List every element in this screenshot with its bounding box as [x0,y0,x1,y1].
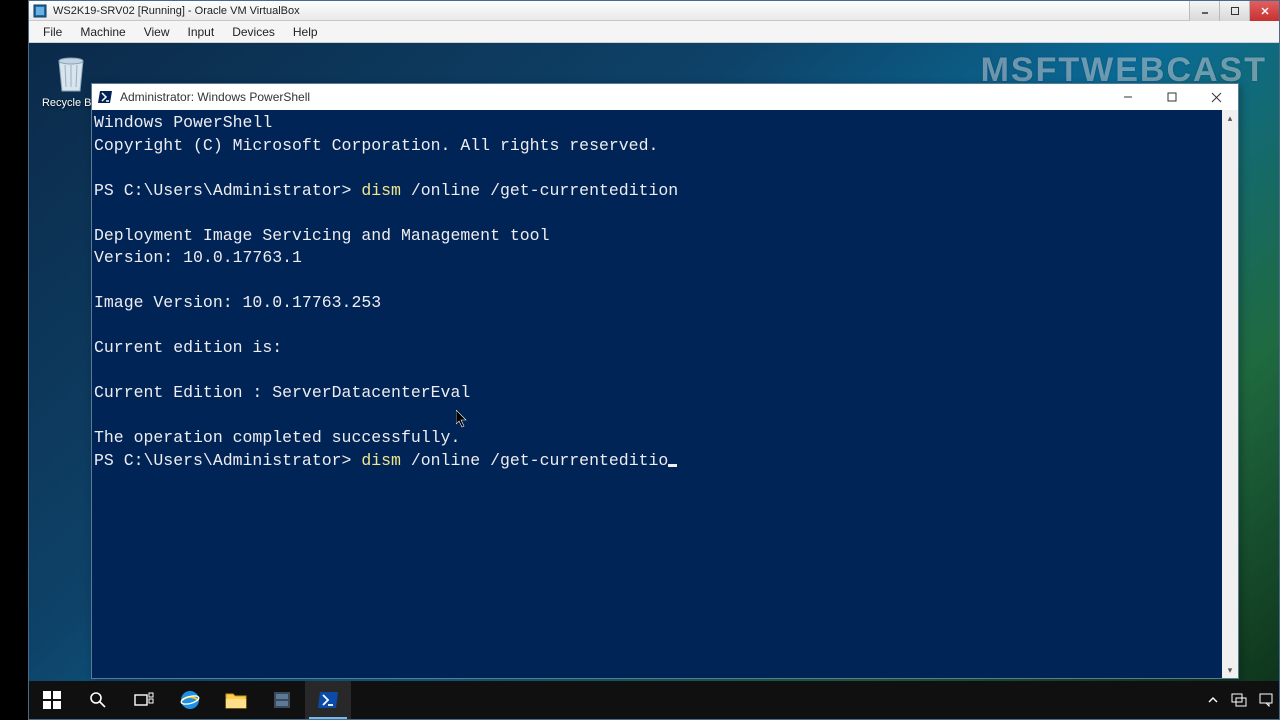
ps-window-controls [1106,84,1238,110]
banner-line: Windows PowerShell [94,113,272,132]
taskbar-spacer [351,681,1201,719]
text-cursor [668,464,677,467]
scroll-down-button[interactable]: ▾ [1222,662,1238,678]
command-name: dism [361,451,401,470]
ps-body: Windows PowerShell Copyright (C) Microso… [92,110,1238,678]
output-line: Image Version: 10.0.17763.253 [94,293,381,312]
ps-scrollbar[interactable]: ▴ ▾ [1222,110,1238,678]
vbox-app-icon [33,4,47,18]
task-view-button[interactable] [121,681,167,719]
menu-input[interactable]: Input [180,23,223,41]
start-button[interactable] [29,681,75,719]
command-args: /online /get-currenteditio [401,451,668,470]
command-args: /online /get-currentedition [401,181,678,200]
ps-maximize-button[interactable] [1150,84,1194,110]
ps-title: Administrator: Windows PowerShell [120,90,310,104]
taskbar-ie-icon[interactable] [167,681,213,719]
tray-notifications-icon[interactable] [1259,693,1273,707]
ps-minimize-button[interactable] [1106,84,1150,110]
vbox-title: WS2K19-SRV02 [Running] - Oracle VM Virtu… [53,5,300,17]
ps-titlebar[interactable]: Administrator: Windows PowerShell [92,84,1238,110]
taskbar-server-manager-icon[interactable] [259,681,305,719]
scroll-track[interactable] [1222,126,1238,662]
virtualbox-window: WS2K19-SRV02 [Running] - Oracle VM Virtu… [28,0,1280,720]
menu-file[interactable]: File [35,23,70,41]
tray-network-icon[interactable] [1231,693,1247,707]
scroll-up-button[interactable]: ▴ [1222,110,1238,126]
output-line: Current Edition : ServerDatacenterEval [94,383,470,402]
output-line: Version: 10.0.17763.1 [94,248,302,267]
taskbar [29,681,1279,719]
menu-view[interactable]: View [136,23,178,41]
output-line: Deployment Image Servicing and Managemen… [94,226,549,245]
banner-line: Copyright (C) Microsoft Corporation. All… [94,136,658,155]
prompt: PS C:\Users\Administrator> [94,181,361,200]
taskbar-powershell-icon[interactable] [305,681,351,719]
terminal-output[interactable]: Windows PowerShell Copyright (C) Microso… [92,110,1222,678]
guest-viewport: MSFTWEBCAST Recycle Bin Administrat [29,43,1279,719]
vbox-close-button[interactable] [1249,1,1279,21]
tray-chevron-icon[interactable] [1207,694,1219,706]
powershell-icon [98,89,114,105]
system-tray[interactable] [1201,681,1279,719]
ps-close-button[interactable] [1194,84,1238,110]
vbox-titlebar[interactable]: WS2K19-SRV02 [Running] - Oracle VM Virtu… [29,1,1279,21]
vbox-minimize-button[interactable] [1189,1,1219,21]
menu-machine[interactable]: Machine [72,23,133,41]
powershell-window: Administrator: Windows PowerShell Window… [91,83,1239,679]
menu-help[interactable]: Help [285,23,326,41]
prompt: PS C:\Users\Administrator> [94,451,361,470]
guest-desktop[interactable]: MSFTWEBCAST Recycle Bin Administrat [29,43,1279,719]
vbox-window-controls [1189,1,1279,21]
search-button[interactable] [75,681,121,719]
output-line: Current edition is: [94,338,282,357]
output-line: The operation completed successfully. [94,428,460,447]
menu-devices[interactable]: Devices [224,23,283,41]
command-name: dism [361,181,401,200]
vbox-maximize-button[interactable] [1219,1,1249,21]
taskbar-explorer-icon[interactable] [213,681,259,719]
vbox-menubar: File Machine View Input Devices Help [29,21,1279,43]
